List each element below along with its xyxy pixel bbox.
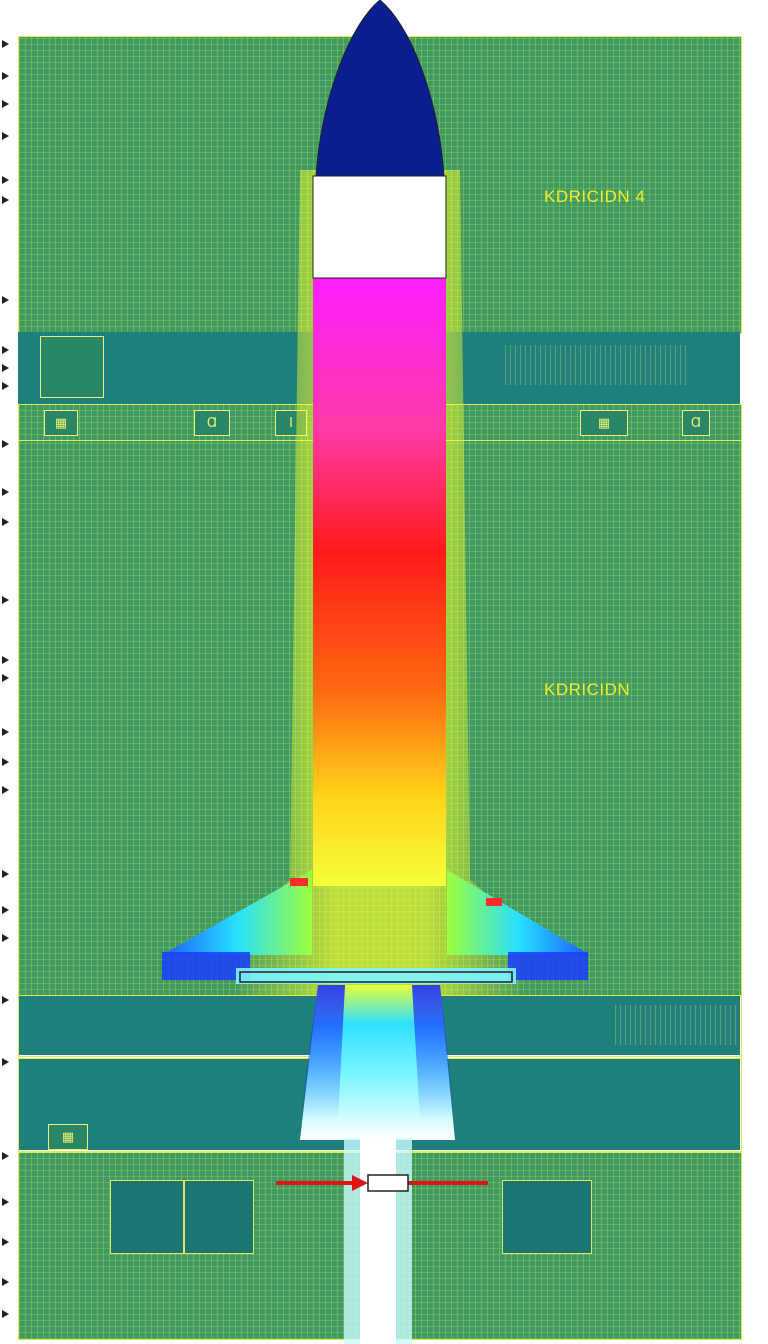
- schematic-canvas: ▦ Ɑ Ⅰ ▦ Ɑ ▦ KDRICIDN 4 KDRICIDN: [0, 0, 768, 1344]
- top-right-label: KDRICIDN 4: [544, 187, 646, 206]
- rocket-heatmap: [162, 0, 590, 1344]
- middle-right-label: KDRICIDN: [544, 680, 631, 699]
